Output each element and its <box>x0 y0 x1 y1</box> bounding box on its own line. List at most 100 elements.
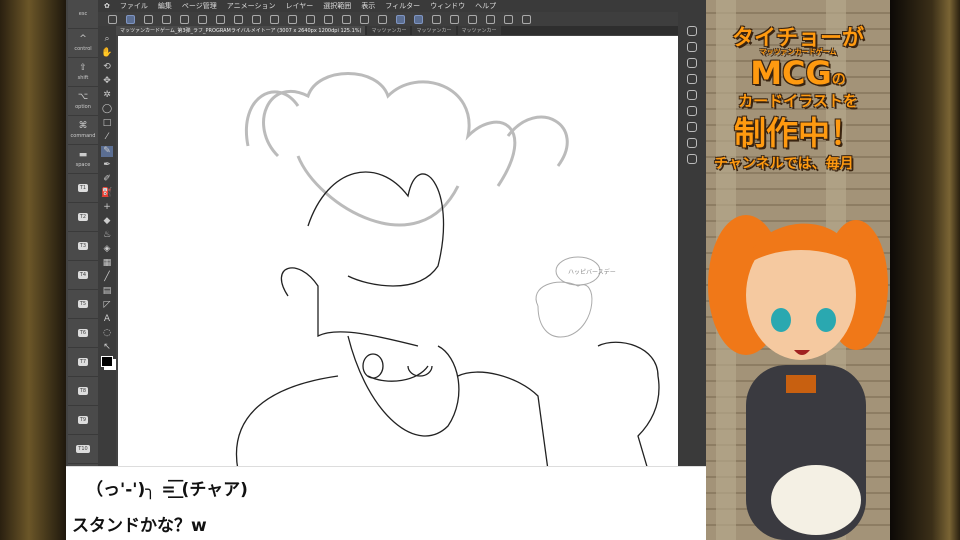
eraser-icon[interactable]: ◆ <box>101 216 113 227</box>
menu-selection[interactable]: 選択範囲 <box>323 1 351 11</box>
fill-tool-icon[interactable]: ◈ <box>101 244 113 255</box>
tab-document[interactable]: マッツァンカー <box>367 26 411 35</box>
eyedropper-icon[interactable]: ⁄ <box>101 132 113 143</box>
ruler-icon[interactable]: ◸ <box>101 300 113 311</box>
key-command[interactable]: ⌘ command <box>68 116 98 145</box>
save-icon[interactable] <box>144 14 153 24</box>
figure-icon[interactable]: ╱ <box>101 272 113 283</box>
auto-select-icon[interactable]: ✲ <box>101 90 113 101</box>
fit-icon[interactable] <box>504 14 513 24</box>
key-t2[interactable]: T2 <box>68 203 98 232</box>
clear-icon[interactable] <box>342 14 351 24</box>
move-icon[interactable] <box>270 14 279 24</box>
color-wheel-icon[interactable] <box>687 90 697 100</box>
key-t5[interactable]: T5 <box>68 290 98 319</box>
key-t1[interactable]: T1 <box>68 174 98 203</box>
hand-tool-icon[interactable]: ✋ <box>101 48 113 59</box>
decoration-icon[interactable]: + <box>101 202 113 213</box>
key-t6[interactable]: T6 <box>68 319 98 348</box>
flip-icon[interactable] <box>234 14 243 24</box>
key-t4[interactable]: T4 <box>68 261 98 290</box>
gradient-icon[interactable]: ▦ <box>101 258 113 269</box>
zoom-out-icon[interactable] <box>486 14 495 24</box>
menu-layer[interactable]: レイヤー <box>285 1 313 11</box>
blend-icon[interactable]: ♨ <box>101 230 113 241</box>
key-space[interactable]: ▬ space <box>68 145 98 174</box>
snap-ruler-icon[interactable] <box>396 14 405 24</box>
zoom-in-icon[interactable] <box>468 14 477 24</box>
key-label: esc <box>78 11 88 17</box>
key-control[interactable]: ^ control <box>68 29 98 58</box>
menu-page[interactable]: ページ管理 <box>182 1 217 11</box>
settings-icon[interactable] <box>288 14 297 24</box>
new-icon[interactable] <box>126 14 135 24</box>
layer-panel-icon[interactable] <box>687 106 697 116</box>
pencil-tool-icon[interactable]: ✎ <box>101 146 113 157</box>
sketch-artwork: ハッピバースデー <box>235 72 660 470</box>
menu-animation[interactable]: アニメーション <box>227 1 276 11</box>
export-icon[interactable] <box>180 14 189 24</box>
navigator-icon[interactable] <box>687 26 697 36</box>
transform-icon[interactable] <box>252 14 261 24</box>
snap-special-icon[interactable] <box>414 14 423 24</box>
menu-help[interactable]: ヘルプ <box>475 1 496 11</box>
airbrush-icon[interactable]: ⛽ <box>101 188 113 199</box>
balloon-icon[interactable]: ◌ <box>101 328 113 339</box>
tab-document-main[interactable]: マッツァンカードゲーム_第3弾_ラフ_PROGRAMライバルメイトーア (300… <box>116 26 366 35</box>
fill-icon[interactable] <box>306 14 315 24</box>
property-icon[interactable] <box>687 58 697 68</box>
chat-message: （っ'-')╮ =͟͟͞͞ (チャア) <box>86 480 248 500</box>
drawing-canvas[interactable]: ハッピバースデー <box>118 36 678 470</box>
zoom-tool-icon[interactable]: ⌕ <box>101 34 113 45</box>
move-tool-icon[interactable]: ✥ <box>101 76 113 87</box>
rect-select-icon[interactable]: □ <box>101 118 113 129</box>
key-t3[interactable]: T3 <box>68 232 98 261</box>
menu-file[interactable]: ファイル <box>120 1 148 11</box>
menu-filter[interactable]: フィルター <box>385 1 420 11</box>
key-label: T10 <box>76 445 90 453</box>
snap-grid-icon[interactable] <box>432 14 441 24</box>
device-icon[interactable] <box>522 14 531 24</box>
frame-icon[interactable]: ▤ <box>101 286 113 297</box>
redo-icon[interactable] <box>216 14 225 24</box>
key-esc[interactable]: esc <box>68 0 98 29</box>
tool-palette: ⌕ ✋ ⟲ ✥ ✲ ◯ □ ⁄ ✎ ✒ ✐ ⛽ + ◆ ♨ ◈ ▦ ╱ ▤ ◸ … <box>98 26 116 470</box>
key-option[interactable]: ⌥ option <box>68 87 98 116</box>
correct-line-icon[interactable]: ↖ <box>101 342 113 353</box>
key-t8[interactable]: T8 <box>68 377 98 406</box>
undo-icon[interactable] <box>198 14 207 24</box>
birthday-note: ハッピバースデー <box>568 268 616 276</box>
option-icon: ⌥ <box>77 92 89 102</box>
deselect-icon[interactable] <box>378 14 387 24</box>
color-swatch-icon[interactable] <box>101 356 113 367</box>
mask-icon[interactable] <box>360 14 369 24</box>
info-icon[interactable] <box>687 154 697 164</box>
key-t9[interactable]: T9 <box>68 406 98 435</box>
tab-document[interactable]: マッツァンカー <box>412 26 456 35</box>
key-shift[interactable]: ⇧ shift <box>68 58 98 87</box>
lasso-icon[interactable]: ◯ <box>101 104 113 115</box>
layer-icon[interactable] <box>450 14 459 24</box>
command-bar <box>98 12 706 26</box>
menu-edit[interactable]: 編集 <box>158 1 172 11</box>
key-t7[interactable]: T7 <box>68 348 98 377</box>
brush-tool-icon[interactable]: ✐ <box>101 174 113 185</box>
pen-tool-icon[interactable]: ✒ <box>101 160 113 171</box>
control-icon: ^ <box>79 34 87 44</box>
monitor-bezel <box>890 0 960 540</box>
crop-icon[interactable] <box>324 14 333 24</box>
key-t10[interactable]: T10 <box>68 435 98 464</box>
material-icon[interactable] <box>687 122 697 132</box>
menu-icon[interactable] <box>108 14 117 24</box>
brush-size-icon[interactable] <box>687 74 697 84</box>
app-logo-icon: ✿ <box>104 2 110 10</box>
tab-document[interactable]: マッツァンカー <box>457 26 501 35</box>
history-icon[interactable] <box>687 138 697 148</box>
clip-studio-window: esc ^ control ⇧ shift ⌥ option ⌘ command ▬ sp… <box>66 0 706 470</box>
menu-window[interactable]: ウィンドウ <box>430 1 465 11</box>
sub-tool-icon[interactable] <box>687 42 697 52</box>
rotate-tool-icon[interactable]: ⟲ <box>101 62 113 73</box>
menu-view[interactable]: 表示 <box>361 1 375 11</box>
open-icon[interactable] <box>162 14 171 24</box>
text-tool-icon[interactable]: A <box>101 314 113 325</box>
